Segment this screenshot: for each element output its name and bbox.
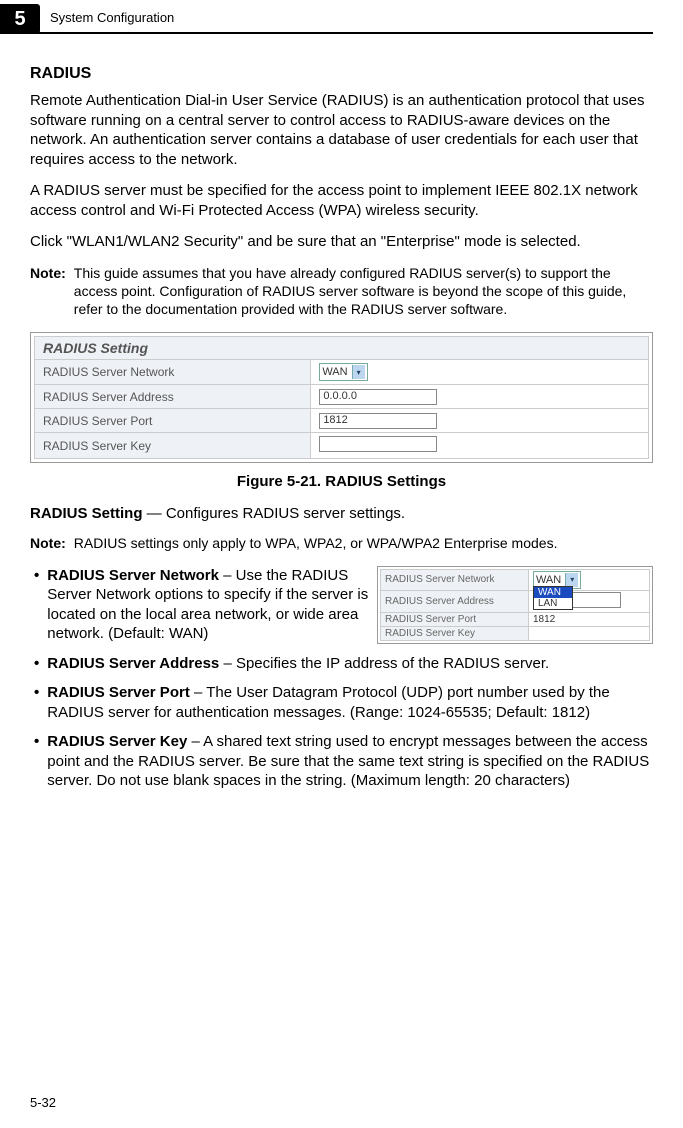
paragraph-intro: Remote Authentication Dial-in User Servi… [30,91,653,169]
bullet-network: RADIUS Server Network – Use the RADIUS S… [30,566,369,644]
header-rule [30,32,653,34]
note-block-2: Note: RADIUS settings only apply to WPA,… [30,534,653,552]
bullet-term: RADIUS Server Port [47,684,190,701]
server-address-input[interactable]: 0.0.0.0 [319,389,437,405]
note-label: Note: [30,264,74,319]
bullet-port: RADIUS Server Port – The User Datagram P… [30,683,653,722]
note-block-1: Note: This guide assumes that you have a… [30,264,653,319]
server-network-select-value: WAN [322,366,347,378]
note-label: Note: [30,534,74,552]
dropdown-option-lan[interactable]: LAN [534,598,572,609]
server-port-input[interactable]: 1812 [319,413,437,429]
bullet-term: RADIUS Server Network [47,567,219,584]
definition-desc: — Configures RADIUS server settings. [143,505,406,522]
inset-value-port: 1812 [528,612,649,626]
bullet-key: RADIUS Server Key – A shared text string… [30,732,653,791]
figure-radius-settings: RADIUS Setting RADIUS Server Network WAN… [30,332,653,463]
row-value-port: 1812 [311,409,649,433]
row-label-port: RADIUS Server Port [35,409,311,433]
row-value-network: WAN ▾ [311,360,649,385]
inset-network-dropdown-list: WAN LAN [533,586,573,610]
server-network-select[interactable]: WAN ▾ [319,363,367,381]
server-key-input[interactable] [319,436,437,452]
radius-panel-title: RADIUS Setting [35,337,649,360]
row-value-key [311,433,649,459]
inset-label-key: RADIUS Server Key [381,626,529,640]
chapter-tab: 5 [0,4,40,34]
figure-caption: Figure 5-21. RADIUS Settings [30,473,653,490]
radius-settings-table: RADIUS Setting RADIUS Server Network WAN… [34,336,649,459]
bullet-address: RADIUS Server Address – Specifies the IP… [30,654,653,674]
dropdown-option-wan[interactable]: WAN [534,587,572,598]
paragraph-instruction: Click "WLAN1/WLAN2 Security" and be sure… [30,232,653,252]
row-label-key: RADIUS Server Key [35,433,311,459]
section-heading-radius: RADIUS [30,65,653,83]
inset-label-address: RADIUS Server Address [381,590,529,612]
chevron-down-icon: ▾ [352,365,365,379]
inset-network-select-value: WAN [536,574,561,586]
inset-label-network: RADIUS Server Network [381,569,529,590]
running-header: System Configuration [50,10,174,26]
definition-radius-setting: RADIUS Setting — Configures RADIUS serve… [30,504,653,524]
definition-term: RADIUS Setting [30,505,143,522]
row-value-address: 0.0.0.0 [311,385,649,409]
page-number: 5-32 [30,1095,56,1110]
bullet-desc: – Specifies the IP address of the RADIUS… [219,655,549,672]
inset-value-network: WAN ▾ WAN LAN [528,569,649,590]
paragraph-requirement: A RADIUS server must be specified for th… [30,181,653,220]
inset-table: RADIUS Server Network WAN ▾ WAN LAN [380,569,650,641]
row-label-network: RADIUS Server Network [35,360,311,385]
inset-value-key [528,626,649,640]
note-text: RADIUS settings only apply to WPA, WPA2,… [74,534,653,552]
bullet-term: RADIUS Server Address [47,655,219,672]
chevron-down-icon: ▾ [565,573,578,587]
inset-label-port: RADIUS Server Port [381,612,529,626]
bullet-term: RADIUS Server Key [47,733,187,750]
note-text: This guide assumes that you have already… [74,264,653,319]
figure-dropdown-inset: RADIUS Server Network WAN ▾ WAN LAN [377,566,653,644]
row-label-address: RADIUS Server Address [35,385,311,409]
